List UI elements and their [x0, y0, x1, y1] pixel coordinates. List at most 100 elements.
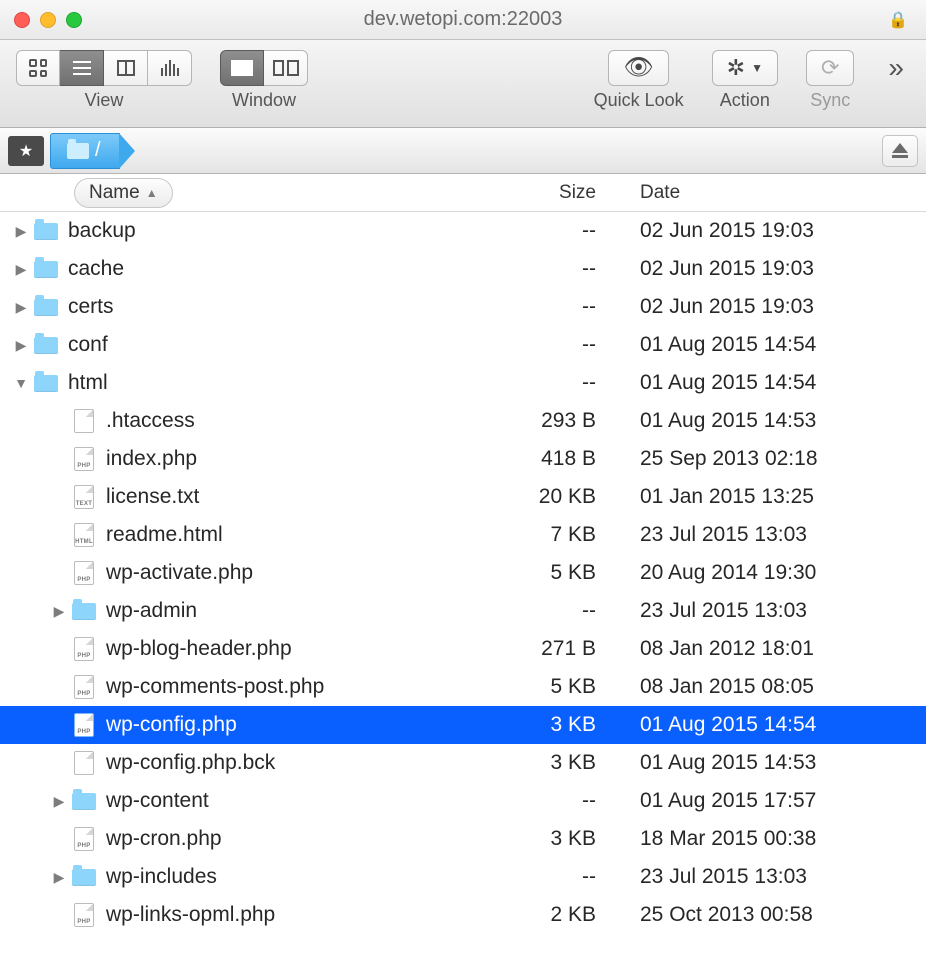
sync-button[interactable]: ⟳	[806, 50, 854, 86]
columns-icon	[117, 60, 135, 76]
view-icons-button[interactable]	[16, 50, 60, 86]
disclosure-closed-icon[interactable]: ▶	[48, 603, 70, 620]
file-row[interactable]: HTMLreadme.html7 KB23 Jul 2015 13:03	[0, 516, 926, 554]
folder-icon	[32, 299, 60, 316]
column-header: Name ▲ Size Date	[0, 174, 926, 212]
file-name: wp-config.php	[98, 713, 237, 737]
file-row[interactable]: PHPwp-blog-header.php271 B08 Jan 2012 18…	[0, 630, 926, 668]
file-row[interactable]: ▶certs--02 Jun 2015 19:03	[0, 288, 926, 326]
window-label: Window	[232, 90, 296, 111]
column-name-header[interactable]: Name ▲	[74, 178, 173, 208]
file-name: wp-admin	[98, 599, 197, 623]
file-row[interactable]: TEXTlicense.txt20 KB01 Jan 2015 13:25	[0, 478, 926, 516]
column-name-label: Name	[89, 182, 140, 204]
file-size: 2 KB	[486, 903, 626, 927]
toolbar-overflow-button[interactable]: »	[882, 50, 910, 86]
breadcrumb-root[interactable]: /	[50, 133, 120, 169]
file-icon: PHP	[70, 447, 98, 471]
pathbar: ★ /	[0, 128, 926, 174]
column-date-header[interactable]: Date	[626, 182, 926, 204]
file-date: 01 Aug 2015 14:54	[626, 371, 926, 395]
file-row[interactable]: ▶backup--02 Jun 2015 19:03	[0, 212, 926, 250]
file-size: --	[486, 865, 626, 889]
action-button[interactable]: ✲ ▼	[712, 50, 778, 86]
file-row[interactable]: PHPwp-config.php3 KB01 Aug 2015 14:54	[0, 706, 926, 744]
view-columns-button[interactable]	[104, 50, 148, 86]
toolbar: View Window 👁 Quick Look ✲ ▼ Action ⟳ Sy…	[0, 40, 926, 128]
file-size: 5 KB	[486, 561, 626, 585]
folder-icon	[32, 223, 60, 240]
disclosure-closed-icon[interactable]: ▶	[48, 793, 70, 810]
list-icon	[73, 61, 91, 75]
file-date: 25 Oct 2013 00:58	[626, 903, 926, 927]
sync-icon: ⟳	[821, 55, 839, 81]
file-name: backup	[60, 219, 136, 243]
file-name: license.txt	[98, 485, 199, 509]
file-size: 293 B	[486, 409, 626, 433]
file-date: 01 Aug 2015 14:54	[626, 333, 926, 357]
disclosure-closed-icon[interactable]: ▶	[10, 223, 32, 240]
file-size: 5 KB	[486, 675, 626, 699]
file-name: wp-activate.php	[98, 561, 253, 585]
file-row[interactable]: PHPwp-cron.php3 KB18 Mar 2015 00:38	[0, 820, 926, 858]
file-date: 20 Aug 2014 19:30	[626, 561, 926, 585]
view-label: View	[85, 90, 124, 111]
file-name: wp-blog-header.php	[98, 637, 292, 661]
column-size-header[interactable]: Size	[486, 182, 626, 204]
disclosure-closed-icon[interactable]: ▶	[10, 261, 32, 278]
disclosure-closed-icon[interactable]: ▶	[48, 869, 70, 886]
file-size: 3 KB	[486, 827, 626, 851]
disclosure-closed-icon[interactable]: ▶	[10, 299, 32, 316]
file-date: 01 Jan 2015 13:25	[626, 485, 926, 509]
file-size: --	[486, 371, 626, 395]
window-single-button[interactable]	[220, 50, 264, 86]
view-coverflow-button[interactable]	[148, 50, 192, 86]
file-name: .htaccess	[98, 409, 195, 433]
file-row[interactable]: ▶cache--02 Jun 2015 19:03	[0, 250, 926, 288]
file-icon: PHP	[70, 675, 98, 699]
file-size: 7 KB	[486, 523, 626, 547]
file-size: --	[486, 219, 626, 243]
coverflow-icon	[159, 60, 181, 76]
eject-icon	[892, 143, 908, 153]
disclosure-closed-icon[interactable]: ▶	[10, 337, 32, 354]
file-row[interactable]: ▼html--01 Aug 2015 14:54	[0, 364, 926, 402]
action-group: ✲ ▼ Action	[712, 50, 778, 111]
eye-icon: 👁	[623, 56, 653, 80]
file-row[interactable]: PHPwp-links-opml.php2 KB25 Oct 2013 00:5…	[0, 896, 926, 934]
folder-icon	[32, 337, 60, 354]
file-name: wp-includes	[98, 865, 217, 889]
eject-button[interactable]	[882, 135, 918, 167]
breadcrumb-label: /	[95, 139, 101, 162]
file-row[interactable]: PHPindex.php418 B25 Sep 2013 02:18	[0, 440, 926, 478]
quicklook-button[interactable]: 👁	[608, 50, 668, 86]
file-row[interactable]: PHPwp-activate.php 5 KB20 Aug 2014 19:30	[0, 554, 926, 592]
file-date: 18 Mar 2015 00:38	[626, 827, 926, 851]
quicklook-label: Quick Look	[594, 90, 684, 111]
file-row[interactable]: ▶wp-content--01 Aug 2015 17:57	[0, 782, 926, 820]
file-size: --	[486, 789, 626, 813]
star-folder-icon: ★	[19, 141, 33, 161]
favorites-button[interactable]: ★	[8, 136, 44, 166]
view-list-button[interactable]	[60, 50, 104, 86]
file-row[interactable]: ▶conf--01 Aug 2015 14:54	[0, 326, 926, 364]
file-row[interactable]: wp-config.php.bck3 KB01 Aug 2015 14:53	[0, 744, 926, 782]
file-name: cache	[60, 257, 124, 281]
grid-icon	[29, 59, 47, 77]
window-dual-button[interactable]	[264, 50, 308, 86]
single-pane-icon	[231, 60, 253, 76]
file-date: 01 Aug 2015 14:53	[626, 751, 926, 775]
file-size: --	[486, 333, 626, 357]
chevron-down-icon: ▼	[751, 61, 763, 75]
file-row[interactable]: .htaccess293 B01 Aug 2015 14:53	[0, 402, 926, 440]
file-date: 23 Jul 2015 13:03	[626, 865, 926, 889]
file-date: 08 Jan 2015 08:05	[626, 675, 926, 699]
disclosure-open-icon[interactable]: ▼	[10, 375, 32, 391]
file-icon: PHP	[70, 561, 98, 585]
folder-icon	[32, 261, 60, 278]
file-date: 02 Jun 2015 19:03	[626, 257, 926, 281]
file-date: 01 Aug 2015 14:54	[626, 713, 926, 737]
file-row[interactable]: ▶ wp-includes --23 Jul 2015 13:03	[0, 858, 926, 896]
file-row[interactable]: ▶wp-admin--23 Jul 2015 13:03	[0, 592, 926, 630]
file-row[interactable]: PHPwp-comments-post.php5 KB08 Jan 2015 0…	[0, 668, 926, 706]
